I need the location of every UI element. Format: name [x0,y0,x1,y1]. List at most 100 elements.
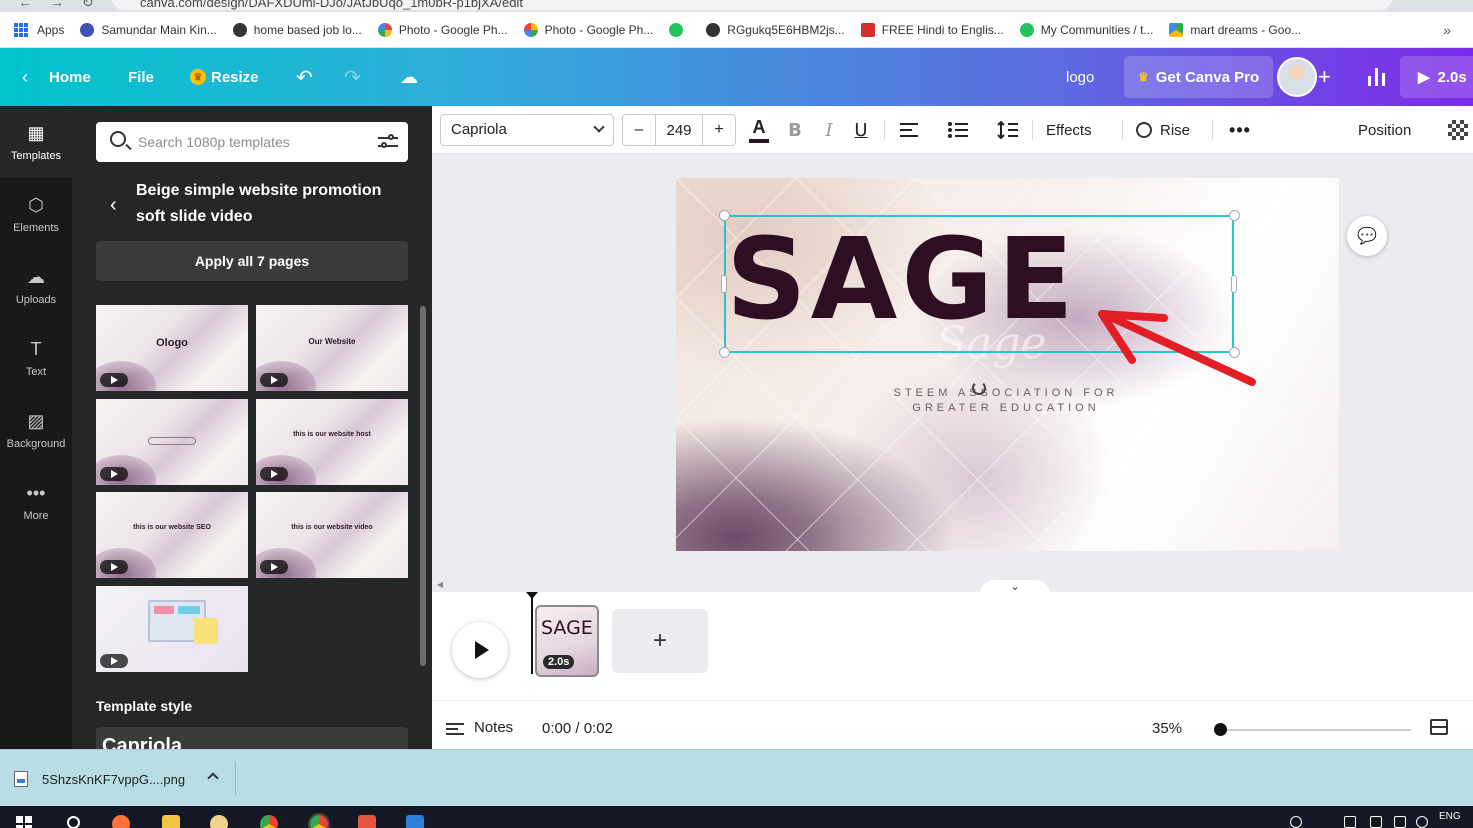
bookmark-item[interactable]: RGgukq5E6HBM2js... [706,22,845,37]
system-tray [1290,816,1430,828]
decrease-font-size-button[interactable]: – [623,115,655,145]
document-title[interactable]: logo [1066,69,1094,86]
file-explorer-icon[interactable] [162,815,180,828]
reload-icon[interactable]: ↻ [82,0,94,11]
home-button[interactable]: Home [49,69,91,86]
line-spacing-icon[interactable] [996,116,1020,144]
bookmark-item[interactable]: Photo - Google Ph... [523,22,653,37]
bookmark-item[interactable]: mart dreams - Goo... [1169,22,1301,37]
rail-label: Elements [13,221,59,234]
get-canva-pro-button[interactable]: ♛ Get Canva Pro [1124,56,1274,98]
template-thumbnail[interactable] [96,399,248,485]
apply-all-pages-button[interactable]: Apply all 7 pages [96,241,408,281]
bold-button[interactable]: B [784,116,806,144]
template-search[interactable] [96,122,408,162]
photos-icon[interactable] [406,815,424,828]
undo-icon[interactable]: ↶ [296,65,313,90]
transparency-icon[interactable] [1448,120,1468,140]
add-page-button[interactable]: + [612,609,708,673]
rail-label: Text [25,365,47,378]
filter-sliders-icon[interactable] [378,134,398,150]
rail-item-background[interactable]: ▨ Background [0,394,72,466]
rail-item-elements[interactable]: ⬡ Elements [0,178,72,250]
playhead[interactable] [526,592,538,674]
bookmark-item[interactable]: Photo - Google Ph... [377,22,508,37]
zoom-level[interactable]: 35% [1152,720,1182,737]
template-thumbnail[interactable]: this is our website SEO [96,492,248,578]
template-thumbnail[interactable]: this is our website host [256,399,408,485]
bookmark-item[interactable] [669,22,690,37]
add-people-icon[interactable]: + [1318,64,1331,90]
resize-handle-left[interactable] [721,275,727,293]
resize-handle-top-left[interactable] [719,210,730,221]
template-thumbnail[interactable]: Ologo [96,305,248,391]
template-thumbnail[interactable] [96,586,248,672]
font-size-input[interactable]: 249 [655,115,703,145]
text-color-button[interactable]: A [748,116,770,144]
address-bar-text[interactable]: canva.com/design/DAFXDUmi-DJo/JAtJbUqo_1… [140,0,523,10]
chevron-left-icon[interactable]: ‹ [110,194,117,217]
increase-font-size-button[interactable]: + [703,115,735,145]
chevron-left-icon[interactable]: ‹ [22,67,28,88]
bookmark-item[interactable]: FREE Hindi to Englis... [860,22,1004,37]
template-style-font-option[interactable]: Capriola [96,727,408,749]
zoom-slider-thumb[interactable] [1214,723,1227,736]
effects-button[interactable]: Effects [1046,116,1092,144]
resize-handle-top-right[interactable] [1229,210,1240,221]
chevron-up-icon[interactable] [207,772,219,784]
scroll-left-icon[interactable]: ◀ [437,580,443,589]
forward-arrow-icon[interactable]: → [50,0,64,10]
more-options-icon[interactable]: ••• [1226,116,1254,144]
download-item[interactable]: 5ShzsKnKF7vppG....png [14,762,236,796]
firefox-icon[interactable] [112,815,130,828]
language-indicator[interactable]: ENG [1439,811,1461,822]
bookmark-item[interactable]: home based job lo... [232,22,362,37]
position-button[interactable]: Position [1358,116,1411,144]
resize-button[interactable]: ♛ Resize [190,69,259,86]
page-clip[interactable]: SAGE 2.0s [535,605,599,677]
panel-scrollbar[interactable] [420,306,426,666]
rail-item-more[interactable]: ••• More [0,466,72,538]
italic-button[interactable]: I [818,116,840,144]
font-family-select[interactable]: Capriola [440,114,614,146]
template-thumbnail[interactable]: this is our website video [256,492,408,578]
play-button[interactable] [452,622,508,678]
app-icon[interactable] [358,815,376,828]
headline-text[interactable]: SAGE [726,224,1078,336]
avatar[interactable] [1277,57,1317,97]
underline-button[interactable]: U [850,116,872,144]
align-left-icon[interactable] [898,116,922,144]
bookmark-item[interactable]: Samundar Main Kin... [80,22,217,37]
zoom-slider-track[interactable] [1217,729,1411,731]
bookmark-apps[interactable]: Apps [14,22,64,37]
analytics-icon[interactable] [1366,66,1388,86]
add-comment-icon[interactable]: 💬 [1347,216,1387,256]
windows-start-icon[interactable] [16,816,32,828]
bookmark-item[interactable]: My Communities / t... [1019,22,1153,37]
bookmarks-overflow-icon[interactable]: » [1443,22,1451,38]
resize-handle-right[interactable] [1231,275,1237,293]
app-icon[interactable] [210,815,228,828]
present-button[interactable]: ▶ 2.0s [1400,56,1473,98]
search-input[interactable] [138,122,358,162]
rail-item-uploads[interactable]: ☁ Uploads [0,250,72,322]
windows-taskbar: ENG [0,806,1473,828]
grid-view-icon[interactable] [1430,719,1448,735]
bullet-list-icon[interactable] [946,116,970,144]
chrome-icon[interactable] [260,815,278,828]
back-arrow-icon[interactable]: ← [18,0,32,10]
pro-label: Get Canva Pro [1155,68,1260,86]
video-play-icon [260,467,288,481]
resize-handle-bottom-left[interactable] [719,347,730,358]
file-menu-button[interactable]: File [128,69,154,86]
cloud-saved-icon[interactable]: ☁ [400,67,418,88]
notes-button[interactable]: Notes [446,719,513,736]
redo-icon[interactable]: ↷ [344,65,361,90]
rail-item-text[interactable]: T Text [0,322,72,394]
animate-button[interactable]: Rise [1136,116,1190,144]
rotate-handle-icon[interactable] [972,381,986,395]
chrome-icon[interactable] [308,813,330,828]
rail-item-templates[interactable]: ▦ Templates [0,106,72,178]
search-icon[interactable] [67,816,80,828]
template-thumbnail[interactable]: Our Website [256,305,408,391]
